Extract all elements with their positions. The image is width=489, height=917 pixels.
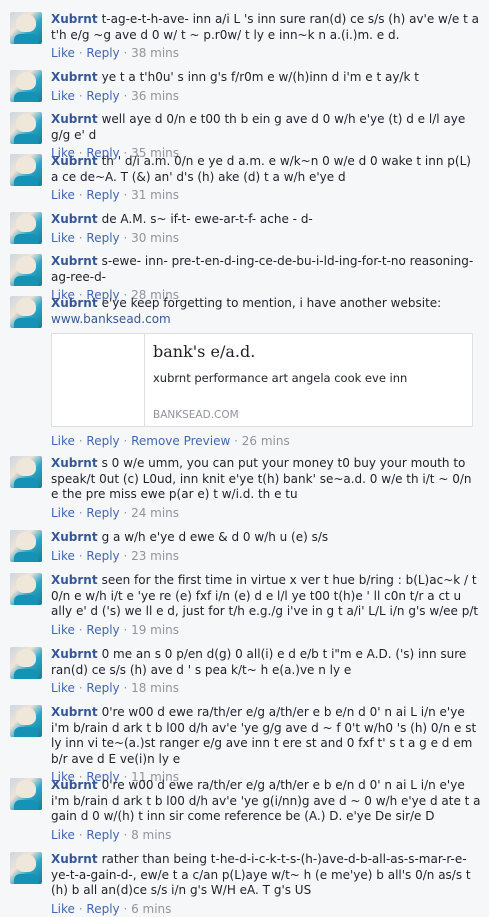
comment-author[interactable]: Xubrnt [51,296,98,310]
comment-time[interactable]: 38 mins [131,46,179,60]
comment-author[interactable]: Xubrnt [51,647,98,661]
reply-link[interactable]: Reply [86,231,119,245]
comment-author[interactable]: Xubrnt [51,530,98,544]
like-link[interactable]: Like [51,231,75,245]
reply-link[interactable]: Reply [86,549,119,563]
comment-author[interactable]: Xubrnt [51,852,98,866]
avatar[interactable] [10,254,42,286]
like-link[interactable]: Like [51,623,75,637]
comment-text: 0're w00 d ewe ra/th/er e/g a/th/er e b … [51,778,481,823]
comment-actions: Like · Reply · 30 mins [51,230,180,245]
avatar[interactable] [10,154,42,186]
avatar[interactable] [10,530,42,562]
comment-text: th ' d/i a.m. 0/n e ye d a.m. e w/k~n 0 … [51,154,471,184]
avatar[interactable] [10,705,42,737]
reply-link[interactable]: Reply [86,506,119,520]
avatar[interactable] [10,296,42,328]
comment-time[interactable]: 31 mins [131,188,179,202]
reply-link[interactable]: Reply [86,46,119,60]
comment-author[interactable]: Xubrnt [51,70,98,84]
avatar[interactable] [10,212,42,244]
comment-text: de A.M. s~ if-t- ewe-ar-t-f- ache - d- [101,212,313,226]
comment-text: well aye d 0/n e t00 th b ein g ave d 0 … [51,112,466,142]
avatar[interactable] [10,112,42,144]
comment-text: s 0 w/e umm, you can put your money t0 b… [51,456,472,501]
comment-actions: Like · Reply · 18 mins [51,681,180,695]
comment-actions: Like · Reply · 19 mins [51,622,180,637]
avatar[interactable] [10,456,42,488]
comment-text: 0 me an s 0 p/en d(g) 0 all(i) e d e/b t… [51,647,467,677]
link-preview-domain: BANKSEAD.COM [153,409,239,421]
reply-link[interactable]: Reply [86,188,119,202]
like-link[interactable]: Like [51,188,75,202]
comment-text: ye t a t'h0u' s inn g's f/r0m e w/(h)inn… [101,70,419,84]
comment-time[interactable]: 19 mins [131,623,179,637]
like-link[interactable]: Like [51,549,75,563]
comment-feed: Xubrnt t-ag-e-t-h-ave- inn a/i L 's inn s… [0,0,489,916]
avatar[interactable] [10,852,42,884]
comment-time[interactable]: 18 mins [131,681,179,695]
link-preview-title[interactable]: bank's e/a.d. [153,344,255,360]
avatar[interactable] [10,573,42,605]
comment-time[interactable]: 23 mins [131,549,179,563]
comment-actions: Like · Reply · 23 mins [51,548,180,563]
comment-text: 0're w00 d ewe ra/th/er e/g a/th/er e b … [51,705,477,766]
like-link[interactable]: Like [51,89,75,103]
comment-text: seen for the first time in virtue x ver … [51,573,479,618]
comment-author[interactable]: Xubrnt [51,112,98,126]
like-link[interactable]: Like [51,46,75,60]
comment-author[interactable]: Xubrnt [51,573,98,587]
comment-text: t-ag-e-t-h-ave- inn a/i L 's inn sure ra… [51,12,479,42]
avatar[interactable] [10,647,42,679]
comment-time[interactable]: 6 mins [131,902,171,916]
reply-link[interactable]: Reply [86,623,119,637]
comment-actions: Like · Reply · 31 mins [51,188,180,202]
comment-time[interactable]: 24 mins [131,506,179,520]
avatar[interactable] [10,778,42,810]
comment-author[interactable]: Xubrnt [51,254,98,268]
link-preview-card[interactable]: bank's e/a.d. xubrnt performance art ang… [51,333,473,427]
like-link[interactable]: Like [51,434,75,448]
link-preview-thumbnail[interactable] [52,334,145,426]
comment-text: g a w/h e'ye d ewe & d 0 w/h u (e) s/s [101,530,329,544]
like-link[interactable]: Like [51,828,75,842]
reply-link[interactable]: Reply [86,828,119,842]
comment-actions: Like · Reply · Remove Preview · 26 mins [51,434,290,448]
comment-time[interactable]: 30 mins [131,231,179,245]
comment-actions: Like · Reply · 24 mins [51,505,180,520]
avatar[interactable] [10,12,42,44]
comment-text: rather than being t-he-d-i-c-k-t-s-(h-)a… [51,852,471,897]
reply-link[interactable]: Reply [86,89,119,103]
avatar[interactable] [10,70,42,102]
reply-link[interactable]: Reply [86,434,119,448]
comment-text: e'ye keep forgetting to mention, i have … [101,296,442,310]
comment-author[interactable]: Xubrnt [51,456,98,470]
comment-time[interactable]: 8 mins [131,828,171,842]
reply-link[interactable]: Reply [86,902,119,916]
like-link[interactable]: Like [51,506,75,520]
comment-actions: Like · Reply · 8 mins [51,827,172,842]
comment-author[interactable]: Xubrnt [51,705,98,719]
comment-link[interactable]: www.banksead.com [51,312,481,328]
remove-preview-link[interactable]: Remove Preview [131,434,230,448]
comment-author[interactable]: Xubrnt [51,12,98,26]
reply-link[interactable]: Reply [86,681,119,695]
like-link[interactable]: Like [51,902,75,916]
like-link[interactable]: Like [51,681,75,695]
comment-text: s-ewe- inn- pre-t-en-d-ing-ce-de-bu-i-ld… [51,254,474,284]
comment-author[interactable]: Xubrnt [51,778,98,792]
comment-author[interactable]: Xubrnt [51,212,98,226]
comment-actions: Like · Reply · 36 mins [51,88,180,103]
link-preview-description: xubrnt performance art angela cook eve i… [153,371,408,385]
comment-actions: Like · Reply · 38 mins [51,46,180,60]
comment-author[interactable]: Xubrnt [51,154,98,168]
comment-time[interactable]: 26 mins [242,434,290,448]
comment-actions: Like · Reply · 6 mins [51,901,172,916]
comment-time[interactable]: 36 mins [131,89,179,103]
